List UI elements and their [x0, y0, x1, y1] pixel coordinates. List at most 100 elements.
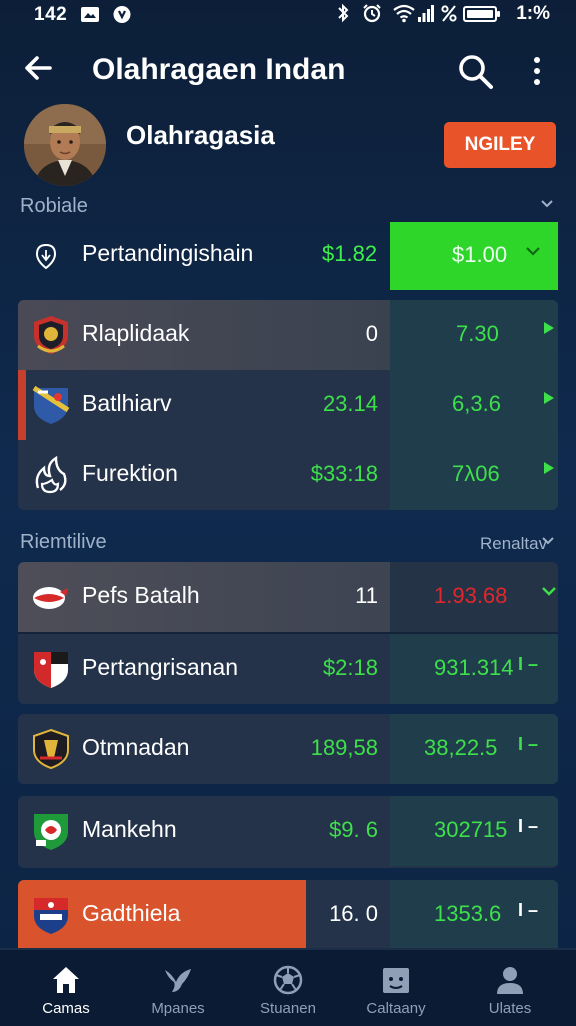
match-score: $2:18 — [322, 655, 378, 680]
odds-value[interactable]: 302715 — [434, 817, 507, 843]
odds-button[interactable]: $1.00 — [390, 222, 558, 290]
odds-value[interactable]: 931.314 — [434, 655, 514, 681]
table-row[interactable]: Batlhiarv 23.14 6,3.6 — [18, 370, 558, 440]
team-name: Furektion — [82, 460, 178, 486]
table-row[interactable]: Otmnadan 189,58 38,22.5 I – — [18, 714, 558, 784]
back-arrow-icon[interactable] — [20, 50, 56, 92]
match-list-card: Gadthiela 16. 0 1353.6 I – — [18, 880, 558, 950]
team-name: Batlhiarv — [82, 390, 172, 416]
calendar-icon — [380, 964, 412, 996]
match-list-card: Rlaplidaak 0 7.30 Batlhiarv 23.14 6,3.6 … — [18, 300, 558, 510]
more-options-icon[interactable] — [526, 54, 548, 90]
odds-value[interactable]: 6,3.6 — [452, 391, 501, 417]
team-name: Gadthiela — [82, 900, 181, 926]
shield-icon — [112, 5, 132, 24]
table-row[interactable]: Furektion $33:18 7λ06 — [18, 440, 558, 510]
match-list-card: Pefs Batalh 11 1.93.68 Pertangrisanan $2… — [18, 562, 558, 704]
battery-icon — [463, 6, 500, 22]
wifi-icon — [392, 3, 416, 28]
team-name: Mankehn — [82, 816, 177, 842]
team-crest-icon — [30, 810, 72, 852]
odds-value[interactable]: 38,22.5 — [424, 735, 497, 761]
section-link[interactable]: Renaltav — [480, 534, 547, 554]
status-bar: 142 1:% — [0, 0, 576, 32]
table-row[interactable]: Rlaplidaak 0 7.30 — [18, 300, 558, 370]
bottom-nav: Camas Mpanes Stuanen Caltaany Ulates — [0, 948, 576, 1026]
arrow-right-icon[interactable] — [542, 390, 556, 411]
nav-item-matches[interactable]: Mpanes — [128, 950, 228, 1026]
section-title: Robiale — [20, 195, 88, 217]
section-title: Riemtilive — [20, 531, 107, 553]
alarm-icon — [362, 3, 382, 28]
match-score: 23.14 — [322, 391, 378, 416]
table-row[interactable]: Gadthiela 16. 0 1353.6 I – — [18, 880, 558, 950]
match-score: 189,58 — [310, 735, 378, 760]
team-crest-icon — [30, 314, 72, 356]
odds-value[interactable]: 1.93.68 — [434, 583, 507, 609]
nav-item-stats[interactable]: Stuanen — [238, 950, 338, 1026]
nav-item-calendar[interactable]: Caltaany — [346, 950, 446, 1026]
nav-label: Caltaany — [366, 1000, 426, 1017]
profile-name: Olahragasia — [126, 120, 275, 150]
match-score: $1.82 — [322, 241, 378, 266]
toggle-icon[interactable]: I – — [518, 900, 538, 921]
highlight-row[interactable]: Pertandingishain $1.82 $1.00 — [18, 222, 558, 290]
odds-value[interactable]: 1353.6 — [434, 901, 501, 927]
bird-icon — [162, 964, 194, 996]
chevron-down-icon[interactable] — [541, 533, 555, 552]
user-icon — [494, 964, 526, 996]
odds-value[interactable]: 7λ06 — [452, 461, 500, 487]
avatar[interactable] — [24, 104, 106, 186]
data-saver-icon — [441, 3, 457, 28]
fire-icon — [30, 454, 72, 496]
team-crest-icon — [30, 384, 72, 426]
bluetooth-icon — [336, 3, 350, 28]
match-score: 16. 0 — [329, 901, 378, 926]
nav-label: Camas — [42, 1000, 90, 1017]
battery-percent: 1:% — [516, 3, 550, 24]
chevron-down-icon — [524, 242, 542, 265]
ball-icon — [272, 964, 304, 996]
toggle-icon[interactable]: I – — [518, 816, 538, 837]
nav-label: Mpanes — [151, 1000, 205, 1017]
table-row[interactable]: Mankehn $9. 6 302715 I – — [18, 796, 558, 866]
table-row[interactable]: Pertangrisanan $2:18 931.314 I – — [18, 634, 558, 704]
signal-icon — [418, 3, 434, 28]
team-crest-icon — [30, 576, 72, 618]
follow-button[interactable]: NGILEY — [444, 122, 556, 168]
arrow-right-icon[interactable] — [542, 320, 556, 341]
home-icon — [50, 964, 82, 996]
match-list-card: Mankehn $9. 6 302715 I – — [18, 796, 558, 868]
odds-value: $1.00 — [452, 242, 508, 267]
nav-label: Ulates — [488, 1000, 532, 1017]
match-score: $33:18 — [310, 461, 378, 486]
toggle-icon[interactable]: I – — [518, 734, 538, 755]
photo-icon — [80, 5, 100, 24]
arrow-right-icon[interactable] — [542, 460, 556, 481]
team-name: Pertangrisanan — [82, 654, 238, 680]
team-crest-icon — [30, 728, 72, 770]
team-crest-icon — [30, 894, 72, 936]
match-list-card: Otmnadan 189,58 38,22.5 I – — [18, 714, 558, 784]
match-score: $9. 6 — [329, 817, 378, 842]
match-name: Pertandingishain — [82, 240, 254, 266]
chevron-down-icon[interactable] — [540, 196, 554, 215]
team-name: Rlaplidaak — [82, 320, 190, 346]
team-crest-icon — [30, 648, 72, 690]
odds-value[interactable]: 7.30 — [456, 321, 499, 347]
status-time: 142 — [34, 4, 68, 25]
app-bar: Olahragaen Indan — [0, 40, 576, 100]
nav-item-games[interactable]: Camas — [16, 950, 116, 1026]
profile-header: Olahragasia NGILEY — [24, 104, 556, 188]
nav-item-profile[interactable]: Ulates — [460, 950, 560, 1026]
match-score: 0 — [365, 321, 378, 346]
location-pin-icon — [32, 242, 60, 270]
chevron-down-icon[interactable] — [540, 582, 558, 605]
toggle-icon[interactable]: I – — [518, 654, 538, 675]
match-score: 11 — [355, 583, 378, 608]
search-icon[interactable] — [456, 52, 496, 92]
team-name: Otmnadan — [82, 734, 190, 760]
table-row[interactable]: Pefs Batalh 11 1.93.68 — [18, 562, 558, 632]
page-title: Olahragaen Indan — [92, 53, 346, 86]
nav-label: Stuanen — [260, 1000, 316, 1017]
